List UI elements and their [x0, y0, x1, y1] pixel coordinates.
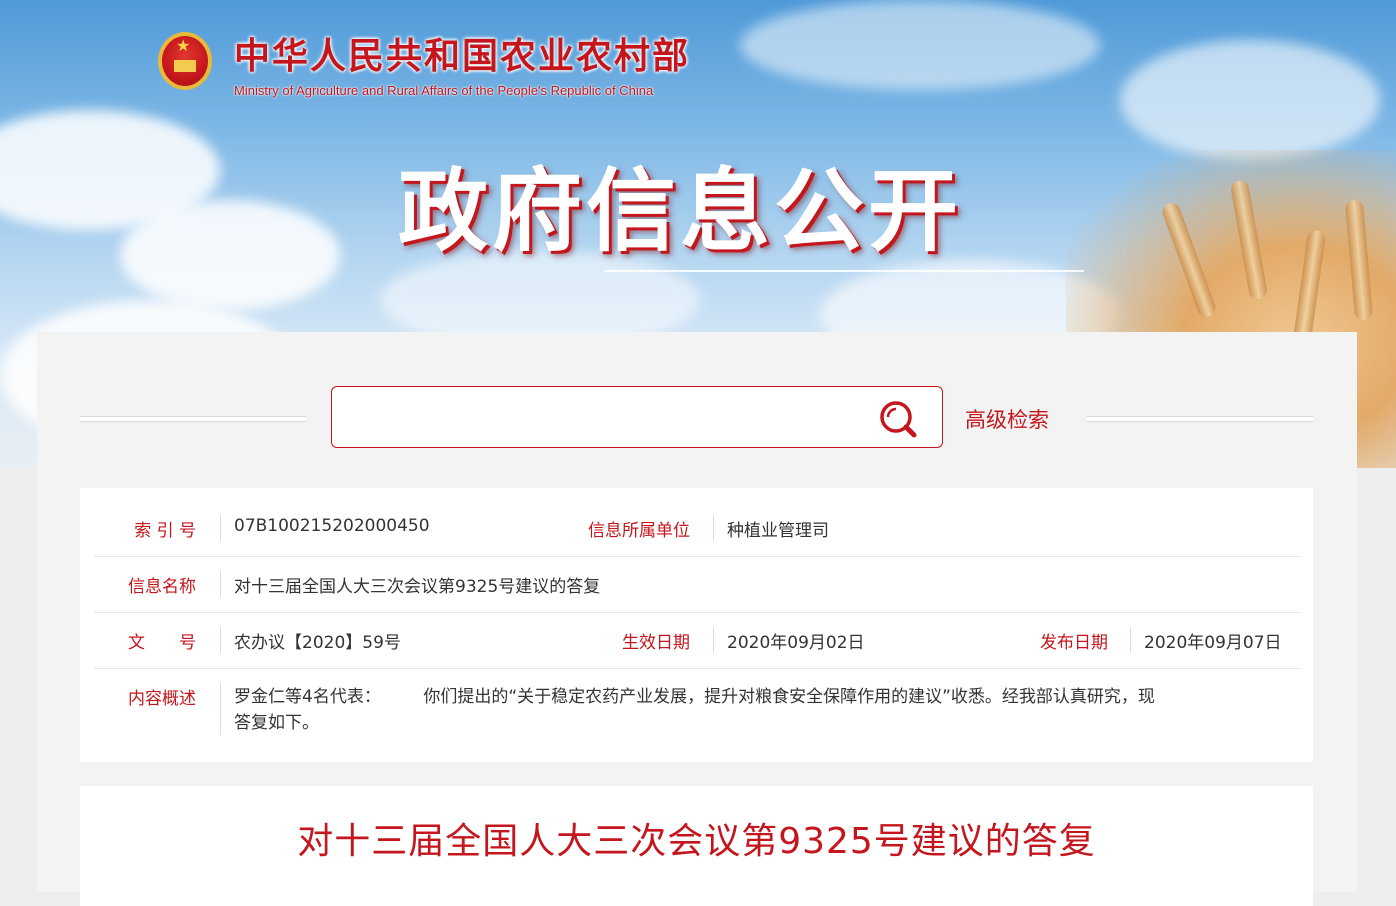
summary-line: 罗金仁等4名代表： 你们提出的“关于稳定农药产业发展，提升对粮食安全保障作用的建…	[234, 687, 1155, 707]
index-label: 索 引 号	[134, 521, 196, 541]
info-row: 文 号 农办议【2020】59号 生效日期 2020年09月02日 发布日期 2…	[94, 612, 1300, 669]
search-input[interactable]	[344, 397, 868, 439]
divider	[713, 515, 714, 541]
search-bar: 高级检索	[37, 386, 1357, 450]
info-row: 信息名称 对十三届全国人大三次会议第9325号建议的答复	[94, 556, 1300, 613]
cloud-decoration	[120, 200, 340, 310]
name-label: 信息名称	[128, 577, 196, 597]
search-icon[interactable]	[876, 399, 920, 439]
site-name-cn: 中华人民共和国农业农村部	[234, 34, 691, 77]
summary-line: 答复如下。	[234, 713, 319, 733]
national-emblem-icon: ★	[150, 26, 220, 98]
name-value: 对十三届全国人大三次会议第9325号建议的答复	[234, 577, 601, 597]
content-card: 对十三届全国人大三次会议第9325号建议的答复	[80, 786, 1313, 906]
divider	[80, 416, 306, 422]
divider	[220, 683, 221, 735]
divider	[220, 515, 221, 541]
content-title: 对十三届全国人大三次会议第9325号建议的答复	[297, 821, 1096, 862]
unit-label: 信息所属单位	[588, 521, 690, 541]
title-underline	[604, 270, 1084, 272]
site-logo[interactable]: ★ 中华人民共和国农业农村部 Ministry of Agriculture a…	[150, 22, 690, 102]
advanced-search-link[interactable]: 高级检索	[965, 404, 1049, 434]
doc-number-label: 文 号	[128, 633, 196, 653]
search-box	[331, 386, 943, 448]
section-title: 政府信息公开	[398, 159, 962, 264]
effective-date-label: 生效日期	[622, 633, 690, 653]
effective-date-value: 2020年09月02日	[727, 633, 865, 653]
publish-date-label: 发布日期	[1040, 633, 1108, 653]
summary-label: 内容概述	[128, 689, 196, 709]
divider	[1087, 416, 1313, 422]
publish-date-value: 2020年09月07日	[1144, 633, 1282, 653]
doc-number-value: 农办议【2020】59号	[234, 633, 401, 653]
main-panel: 高级检索 索 引 号 07B100215202000450 信息所属单位 种植业…	[37, 332, 1357, 906]
info-row: 内容概述 罗金仁等4名代表： 你们提出的“关于稳定农药产业发展，提升对粮食安全保…	[94, 668, 1300, 748]
divider	[220, 627, 221, 653]
info-row: 索 引 号 07B100215202000450 信息所属单位 种植业管理司	[94, 500, 1300, 557]
site-name-en: Ministry of Agriculture and Rural Affair…	[234, 82, 654, 98]
index-value: 07B100215202000450	[234, 516, 430, 536]
divider	[713, 627, 714, 653]
cloud-decoration	[740, 0, 1100, 90]
info-table: 索 引 号 07B100215202000450 信息所属单位 种植业管理司 信…	[80, 488, 1313, 762]
divider	[1130, 627, 1131, 653]
summary-value: 罗金仁等4名代表： 你们提出的“关于稳定农药产业发展，提升对粮食安全保障作用的建…	[234, 684, 1294, 736]
cloud-decoration	[1120, 40, 1380, 160]
divider	[220, 571, 221, 597]
unit-value: 种植业管理司	[727, 521, 829, 541]
